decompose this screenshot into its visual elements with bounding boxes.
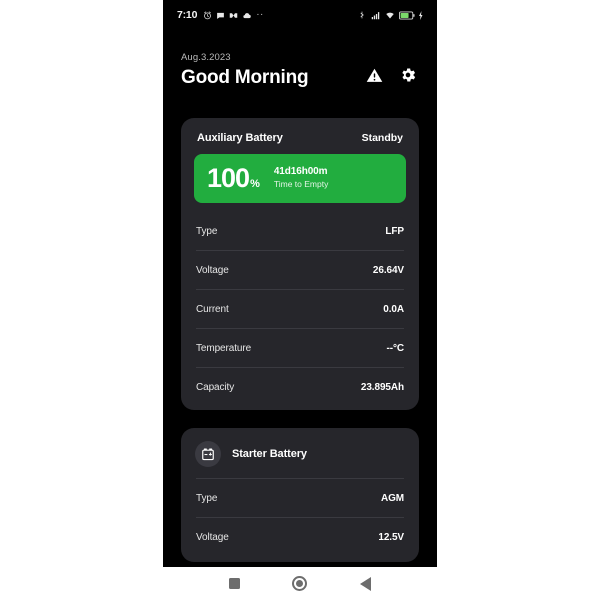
time-to-empty-value: 41d16h00m — [273, 166, 328, 178]
row-value: AGM — [380, 492, 404, 504]
charging-bolt-icon — [419, 10, 423, 20]
row-label: Voltage — [196, 531, 229, 543]
starter-card-title: Starter Battery — [232, 448, 307, 460]
envelope-icon — [229, 11, 238, 20]
back-triangle-icon[interactable] — [359, 576, 371, 591]
android-nav-bar — [163, 567, 437, 600]
auxiliary-card-header: Auxiliary Battery Standby — [181, 118, 419, 154]
status-bar: 7:10 ·· — [163, 0, 437, 30]
battery-percent-unit: % — [250, 178, 260, 190]
wifi-icon — [385, 11, 395, 20]
status-bar-left: 7:10 ·· — [177, 9, 264, 21]
battery-percent: 100 % — [207, 165, 260, 192]
table-row[interactable]: Type AGM — [196, 478, 404, 517]
time-to-empty-block: 41d16h00m Time to Empty — [274, 166, 328, 190]
table-row[interactable]: Capacity 23.895Ah — [196, 367, 404, 406]
table-row[interactable]: Type LFP — [196, 211, 404, 250]
chat-bubble-icon — [216, 11, 225, 20]
starter-detail-rows: Type AGM Voltage 12.5V — [181, 478, 419, 562]
time-to-empty-label: Time to Empty — [273, 179, 329, 190]
row-label: Voltage — [196, 264, 229, 276]
home-circle-icon[interactable] — [292, 576, 308, 591]
header-actions — [366, 66, 419, 89]
table-row[interactable]: Voltage 12.5V — [196, 517, 404, 556]
row-label: Capacity — [196, 381, 235, 393]
status-bar-right — [358, 10, 423, 20]
status-bar-clock: 7:10 — [177, 9, 198, 21]
row-label: Temperature — [196, 342, 252, 354]
starter-battery-card[interactable]: Starter Battery Type AGM Voltage 12.5V — [181, 428, 419, 562]
gear-icon[interactable] — [399, 66, 417, 89]
row-value: --°C — [386, 342, 405, 354]
table-row[interactable]: Current 0.0A — [196, 289, 404, 328]
table-row[interactable]: Temperature --°C — [196, 328, 404, 367]
status-overflow-dots: ·· — [256, 9, 264, 20]
row-label: Current — [196, 303, 229, 315]
page-header: Aug.3.2023 Good Morning — [163, 52, 437, 89]
auxiliary-status-badge: Standby — [361, 132, 403, 144]
battery-charging-icon — [399, 11, 415, 20]
recents-square-icon[interactable] — [229, 578, 241, 589]
cloud-icon — [242, 11, 252, 20]
warning-triangle-icon[interactable] — [366, 67, 383, 89]
battery-level-gauge: 100 % 41d16h00m Time to Empty — [194, 154, 406, 203]
screenshot-root: 7:10 ·· Aug.3.2023 Good Morning Auxiliar… — [0, 0, 600, 600]
auxiliary-card-title: Auxiliary Battery — [197, 132, 283, 144]
row-value: 26.64V — [372, 264, 404, 276]
car-battery-icon — [195, 441, 221, 467]
row-value: 23.895Ah — [360, 381, 404, 393]
phone-screen: 7:10 ·· Aug.3.2023 Good Morning Auxiliar… — [163, 0, 437, 600]
row-value: 12.5V — [378, 531, 404, 543]
battery-percent-value: 100 — [207, 163, 250, 193]
row-label: Type — [196, 225, 218, 237]
row-value: LFP — [385, 225, 404, 237]
auxiliary-detail-rows: Type LFP Voltage 26.64V Current 0.0A Tem… — [181, 203, 419, 410]
row-label: Type — [196, 492, 218, 504]
starter-card-header: Starter Battery — [181, 428, 419, 478]
auxiliary-battery-card[interactable]: Auxiliary Battery Standby 100 % 41d16h00… — [181, 118, 419, 410]
page-title: Good Morning — [181, 66, 309, 88]
header-row: Good Morning — [181, 66, 419, 89]
row-value: 0.0A — [383, 303, 404, 315]
signal-bars-icon — [370, 11, 381, 20]
bluetooth-icon — [358, 10, 366, 20]
table-row[interactable]: Voltage 26.64V — [196, 250, 404, 289]
alarm-icon — [203, 11, 212, 20]
header-date: Aug.3.2023 — [181, 52, 231, 63]
